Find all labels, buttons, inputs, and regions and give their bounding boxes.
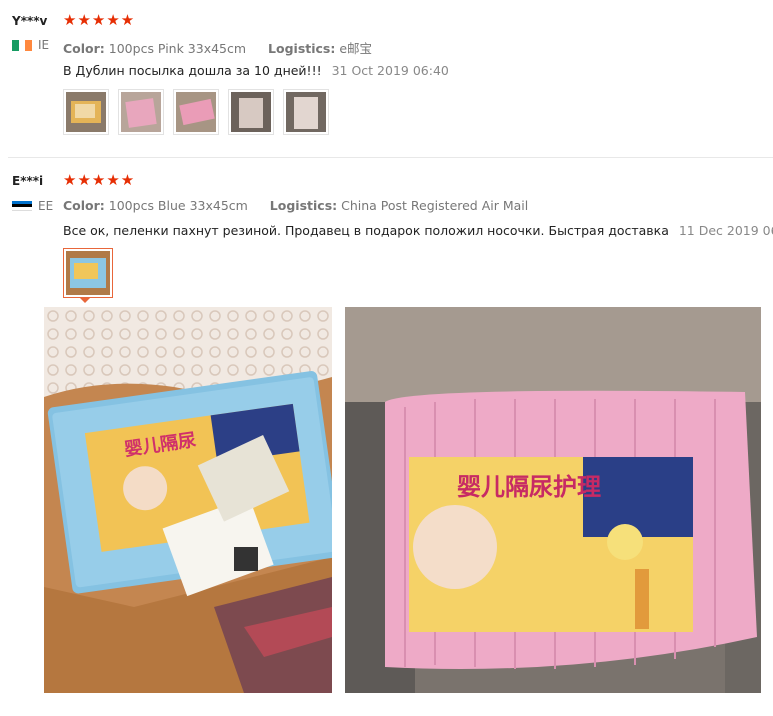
color-label: Color: — [63, 198, 105, 213]
review-photo-thumbnail[interactable] — [63, 89, 109, 135]
reviewer-country: EE — [12, 199, 53, 213]
review-thumbnails — [63, 248, 113, 298]
reviewer-country: IE — [12, 38, 49, 52]
ireland-flag-icon — [12, 39, 33, 51]
logistics-label: Logistics: — [268, 41, 336, 56]
pink-pads-photo: 婴儿隔尿护理 — [345, 307, 761, 693]
estonia-flag-icon — [12, 200, 32, 212]
blue-pads-photo: 婴儿隔尿 — [44, 307, 332, 693]
review-thumbnails — [63, 89, 329, 135]
country-code: IE — [38, 38, 50, 52]
reviewer-name: Y***v — [12, 14, 48, 28]
logistics-value: e邮宝 — [339, 41, 373, 56]
review-photo-thumbnail[interactable] — [173, 89, 219, 135]
package-label-text: 婴儿隔尿护理 — [457, 473, 601, 501]
logistics-label: Logistics: — [269, 198, 338, 213]
star-rating: ★★★★★ — [63, 171, 136, 189]
reviewer-name: E***i — [12, 174, 44, 188]
review-photo-large[interactable]: 婴儿隔尿 — [44, 307, 332, 693]
color-label: Color: — [63, 41, 105, 56]
review-photo-thumbnail[interactable] — [283, 89, 329, 135]
country-code: EE — [38, 199, 54, 213]
review-body: Все ок, пеленки пахнут резиной. Продавец… — [63, 223, 669, 238]
review-date: 11 Dec 2019 06:29 — [678, 223, 773, 238]
review-photo-thumbnail[interactable] — [63, 248, 113, 298]
order-info: Color: 100pcs Pink 33x45cm Logistics: e邮… — [63, 38, 372, 57]
active-thumbnail-caret-icon — [79, 297, 91, 303]
review-photo-thumbnail[interactable] — [228, 89, 274, 135]
review-divider — [8, 157, 773, 158]
review-date: 31 Oct 2019 06:40 — [331, 63, 449, 78]
color-value: 100pcs Blue 33x45cm — [108, 198, 248, 213]
review-body: В Дублин посылка дошла за 10 дней!!! — [63, 63, 322, 78]
color-value: 100pcs Pink 33x45cm — [108, 41, 247, 56]
logistics-value: China Post Registered Air Mail — [341, 198, 529, 213]
review-photo-large[interactable]: 婴儿隔尿护理 — [345, 307, 761, 693]
review-text: В Дублин посылка дошла за 10 дней!!! 31 … — [63, 63, 449, 78]
review-text: Все ок, пеленки пахнут резиной. Продавец… — [63, 223, 773, 238]
order-info: Color: 100pcs Blue 33x45cm Logistics: Ch… — [63, 198, 528, 213]
review-photo-thumbnail[interactable] — [118, 89, 164, 135]
star-rating: ★★★★★ — [63, 11, 136, 29]
